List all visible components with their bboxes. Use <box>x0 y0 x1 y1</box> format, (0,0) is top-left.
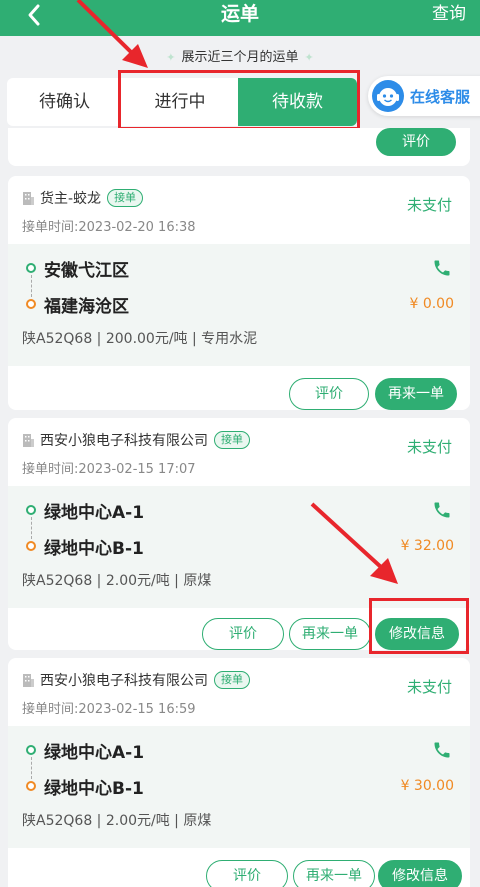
accept-time: 接单时间:2023-02-15 16:59 <box>22 702 196 717</box>
rate-button[interactable]: 评价 <box>202 618 284 650</box>
destination-dot-icon <box>26 299 36 309</box>
reorder-button[interactable]: 再来一单 <box>289 618 371 650</box>
destination-dot-icon <box>26 541 36 551</box>
route-line <box>31 517 32 539</box>
route-section: 绿地中心A-1 绿地中心B-1 ¥ 32.00 陕A52Q68 | 2.00元/… <box>8 486 470 608</box>
shipper-name-text: 货主-蛟龙 <box>40 191 102 207</box>
route-section: 安徽弋江区 福建海沧区 ¥ 0.00 陕A52Q68 | 200.00元/吨 |… <box>8 244 470 366</box>
building-icon <box>23 673 34 687</box>
route-line <box>31 275 32 297</box>
range-hint: ✦ 展示近三个月的运单 ✦ <box>0 46 480 70</box>
route-line <box>31 757 32 779</box>
rate-button[interactable]: 评价 <box>289 378 369 410</box>
origin-dot-icon <box>26 505 36 515</box>
freight-price: ¥ 30.00 <box>400 778 454 794</box>
order-card[interactable]: 货主-蛟龙 接单 接单时间:2023-02-20 16:38 未支付 安徽弋江区… <box>8 176 470 410</box>
shipper-name-text: 西安小狼电子科技有限公司 <box>40 673 208 689</box>
rate-button[interactable]: 评价 <box>376 128 456 156</box>
status-badge: 接单 <box>214 671 250 689</box>
building-icon <box>23 433 34 447</box>
origin-dot-icon <box>26 263 36 273</box>
destination-place: 绿地中心B-1 <box>44 539 144 559</box>
accept-time: 接单时间:2023-02-20 16:38 <box>22 220 196 235</box>
reorder-button[interactable]: 再来一单 <box>293 860 375 887</box>
shipper-name: 货主-蛟龙 接单 <box>22 188 144 208</box>
accept-time: 接单时间:2023-02-15 17:07 <box>22 462 196 477</box>
origin-place: 绿地中心A-1 <box>44 503 145 523</box>
tab-pending-confirm[interactable]: 待确认 <box>7 78 122 126</box>
query-button[interactable]: 查询 <box>432 3 466 25</box>
card-actions: 评价 再来一单 修改信息 <box>8 848 470 887</box>
shipper-name-text: 西安小狼电子科技有限公司 <box>40 433 208 449</box>
phone-icon[interactable] <box>432 258 452 278</box>
order-card-partial: 评价 <box>8 128 470 166</box>
vehicle-info: 陕A52Q68 | 2.00元/吨 | 原煤 <box>22 813 212 829</box>
status-tabs: 待确认 进行中 待收款 <box>7 78 357 126</box>
phone-icon[interactable] <box>432 740 452 760</box>
order-card[interactable]: 西安小狼电子科技有限公司 接单 接单时间:2023-02-15 16:59 未支… <box>8 658 470 887</box>
order-card[interactable]: 西安小狼电子科技有限公司 接单 接单时间:2023-02-15 17:07 未支… <box>8 418 470 650</box>
freight-price: ¥ 32.00 <box>400 538 454 554</box>
sparkle-icon: ✦ <box>166 51 176 64</box>
status-badge: 接单 <box>107 189 144 207</box>
vehicle-info: 陕A52Q68 | 200.00元/吨 | 专用水泥 <box>22 331 258 347</box>
origin-place: 安徽弋江区 <box>44 261 129 281</box>
card-actions: 评价 再来一单 修改信息 <box>8 608 470 650</box>
reorder-button[interactable]: 再来一单 <box>375 378 457 410</box>
app-header: 运单 查询 <box>0 0 480 36</box>
phone-icon[interactable] <box>432 500 452 520</box>
shipper-name: 西安小狼电子科技有限公司 接单 <box>22 430 250 450</box>
card-actions: 评价 再来一单 <box>8 366 470 410</box>
destination-place: 福建海沧区 <box>44 297 129 317</box>
freight-price: ¥ 0.00 <box>409 296 454 312</box>
destination-dot-icon <box>26 781 36 791</box>
tab-in-progress[interactable]: 进行中 <box>122 78 238 126</box>
rate-button[interactable]: 评价 <box>206 860 288 887</box>
sparkle-icon: ✦ <box>304 51 314 64</box>
payment-status: 未支付 <box>406 438 452 456</box>
origin-place: 绿地中心A-1 <box>44 743 145 763</box>
online-service-label: 在线客服 <box>410 87 471 106</box>
tab-pending-payment[interactable]: 待收款 <box>238 78 357 126</box>
page-title: 运单 <box>220 3 259 25</box>
payment-status: 未支付 <box>406 678 452 696</box>
edit-info-button[interactable]: 修改信息 <box>375 618 459 650</box>
payment-status: 未支付 <box>406 196 452 214</box>
building-icon <box>23 191 34 205</box>
route-section: 绿地中心A-1 绿地中心B-1 ¥ 30.00 陕A52Q68 | 2.00元/… <box>8 726 470 848</box>
edit-info-button[interactable]: 修改信息 <box>378 860 462 887</box>
vehicle-info: 陕A52Q68 | 2.00元/吨 | 原煤 <box>22 573 212 589</box>
destination-place: 绿地中心B-1 <box>44 779 144 799</box>
customer-service-icon <box>372 80 404 112</box>
range-hint-text: 展示近三个月的运单 <box>181 50 299 65</box>
origin-dot-icon <box>26 745 36 755</box>
online-service-button[interactable]: 在线客服 <box>368 76 480 116</box>
shipper-name: 西安小狼电子科技有限公司 接单 <box>22 670 250 690</box>
status-badge: 接单 <box>214 431 250 449</box>
